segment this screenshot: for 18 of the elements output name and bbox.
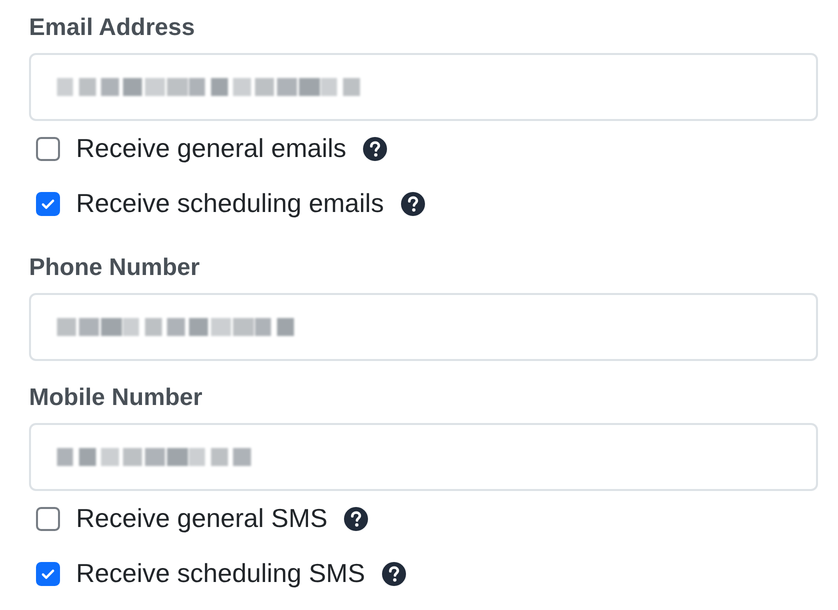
checkbox[interactable]	[36, 136, 60, 160]
field-label: Email Address	[29, 13, 196, 43]
help-icon[interactable]	[400, 190, 426, 216]
input-field[interactable]	[29, 423, 818, 491]
help-icon[interactable]	[381, 560, 408, 586]
checkbox[interactable]	[36, 506, 60, 530]
checkbox-label: Receive scheduling SMS	[76, 558, 366, 589]
checkbox[interactable]	[36, 562, 60, 586]
checkbox-label: Receive general SMS	[76, 503, 328, 534]
checkbox-label: Receive general emails	[76, 133, 346, 164]
input-field[interactable]	[29, 53, 818, 121]
field-label: Phone Number	[29, 253, 201, 283]
field-label: Mobile Number	[29, 383, 204, 413]
checkbox-label: Receive scheduling emails	[76, 188, 384, 219]
input-field[interactable]	[29, 293, 818, 361]
checkbox[interactable]	[36, 192, 60, 216]
help-icon[interactable]	[362, 136, 388, 162]
help-icon[interactable]	[343, 506, 370, 532]
